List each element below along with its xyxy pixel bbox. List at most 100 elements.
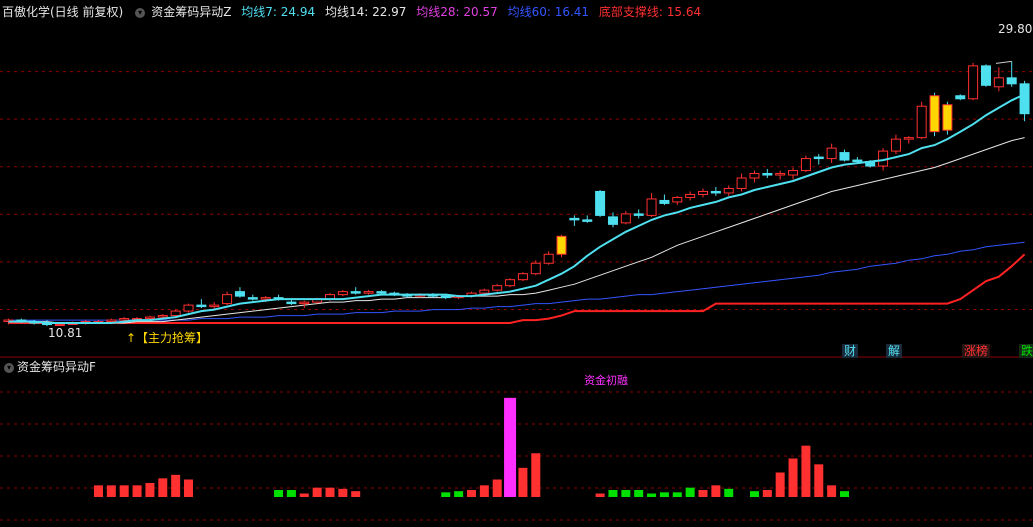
ma7-line xyxy=(8,93,1026,324)
candle-body-down xyxy=(440,295,451,299)
candle-body-down xyxy=(247,297,258,300)
candle-body-signal xyxy=(942,104,953,131)
candle-body-up xyxy=(106,319,117,323)
sub-bar-green xyxy=(685,487,695,497)
sub-bar-red xyxy=(518,467,528,497)
sub-bar-red xyxy=(132,485,142,497)
sub-bar-red xyxy=(492,479,502,497)
candle-body-up xyxy=(119,318,130,321)
ma60-line xyxy=(8,241,1025,321)
sub-bar-red xyxy=(698,490,708,497)
tag-drop[interactable]: 跌 xyxy=(1019,344,1033,358)
sub-bar-red xyxy=(531,453,541,497)
candle-body-up xyxy=(916,105,927,139)
sub-bar-green xyxy=(839,491,849,497)
candle-body-up xyxy=(646,198,657,216)
candle-body-up xyxy=(903,137,914,140)
ma60-label: 均线60: 16.41 xyxy=(507,5,590,19)
sub-bar-red xyxy=(171,474,181,497)
sub-bar-green xyxy=(647,493,657,497)
sub-bar-red xyxy=(762,490,772,497)
candle-body-up xyxy=(620,213,631,224)
sub-indicator-name[interactable]: 资金筹码异动F xyxy=(17,360,96,374)
sub-bar-red xyxy=(466,490,476,497)
sub-bar-red xyxy=(119,485,129,497)
high-price-label: 29.80 xyxy=(998,22,1033,36)
candle-body-up xyxy=(479,289,490,294)
candle-body-up xyxy=(170,310,181,317)
sub-bar-red xyxy=(184,479,194,497)
ma14-label: 均线14: 22.97 xyxy=(324,5,407,19)
candle-body-up xyxy=(800,158,811,172)
sub-bar-red xyxy=(595,493,605,497)
tag-unlock[interactable]: 解 xyxy=(886,344,903,358)
candle-body-down xyxy=(1019,83,1030,115)
candle-body-up xyxy=(209,304,220,308)
candle-body-down xyxy=(852,159,863,163)
candle-body-up xyxy=(749,173,760,179)
sub-bar-red xyxy=(801,445,811,497)
candle-body-up xyxy=(144,316,155,320)
candle-body-down xyxy=(710,190,721,194)
tag-finance[interactable]: 财 xyxy=(842,344,859,358)
sub-bar-red xyxy=(711,485,721,497)
sub-bar-red xyxy=(145,483,155,497)
indicator-name[interactable]: 资金筹码异动Z xyxy=(151,5,231,19)
candle-body-up xyxy=(993,77,1004,88)
sub-bar-red xyxy=(479,485,489,497)
candle-body-up xyxy=(685,193,696,198)
candle-body-signal xyxy=(556,235,567,255)
sub-bar-green xyxy=(286,490,296,497)
candle-body-up xyxy=(968,65,979,100)
candle-body-down xyxy=(376,291,387,294)
chart-canvas xyxy=(0,60,1033,521)
sub-bar-red xyxy=(299,493,309,497)
candle-body-down xyxy=(196,304,207,308)
candle-body-down xyxy=(633,213,644,216)
support-line xyxy=(8,253,1026,324)
sub-bar-green xyxy=(672,492,682,497)
high-marker-line xyxy=(995,60,1012,64)
candle-body-down xyxy=(607,216,618,225)
sub-bar-green xyxy=(274,490,284,497)
tag-limit-up-list[interactable]: 涨榜 xyxy=(962,344,991,358)
candle-body-up xyxy=(723,187,734,194)
candle-body-up xyxy=(775,173,786,176)
candle-body-down xyxy=(569,217,580,221)
sub-bar-green xyxy=(749,491,759,497)
candle-body-up xyxy=(788,170,799,176)
candle-body-up xyxy=(543,253,554,264)
candle-body-down xyxy=(955,95,966,100)
candle-body-up xyxy=(826,147,837,160)
candle-body-down xyxy=(1006,77,1017,85)
support-label: 底部支撑线: 15.64 xyxy=(598,5,702,19)
candle-body-down xyxy=(980,65,991,86)
main-chart-header: 百傲化学(日线 前复权) ▾ 资金筹码异动Z 均线7: 24.94 均线14: 22… xyxy=(0,2,707,22)
candle-body-signal xyxy=(929,95,940,133)
candle-body-down xyxy=(813,156,824,160)
candle-body-up xyxy=(530,262,541,275)
sub-bar-green xyxy=(454,491,464,497)
sub-bar-red xyxy=(325,487,335,497)
candle-body-down xyxy=(350,291,361,294)
candle-body-up xyxy=(672,196,683,203)
sub-bar-red xyxy=(788,458,798,497)
sub-bar-red xyxy=(158,478,168,497)
candle-body-up xyxy=(698,190,709,195)
sub-bar-red xyxy=(338,488,348,497)
sub-chart-header: ▾ 资金筹码异动F xyxy=(0,358,96,376)
candle-body-up xyxy=(517,273,528,281)
sub-bar-green xyxy=(724,488,734,497)
candle-body-down xyxy=(286,301,297,305)
stock-title[interactable]: 百傲化学(日线 前复权) xyxy=(2,5,123,19)
candle-body-down xyxy=(582,219,593,222)
candle-body-down xyxy=(762,173,773,176)
candle-body-down xyxy=(234,291,245,297)
candle-body-up xyxy=(260,297,271,300)
sub-signal-label: 资金初融 xyxy=(584,374,628,387)
sub-bar-red xyxy=(312,487,322,497)
sub-bar-signal xyxy=(504,397,517,497)
sub-indicator-menu-icon[interactable]: ▾ xyxy=(4,362,14,373)
candle-body-up xyxy=(222,294,233,305)
indicator-menu-icon[interactable]: ▾ xyxy=(135,7,146,18)
